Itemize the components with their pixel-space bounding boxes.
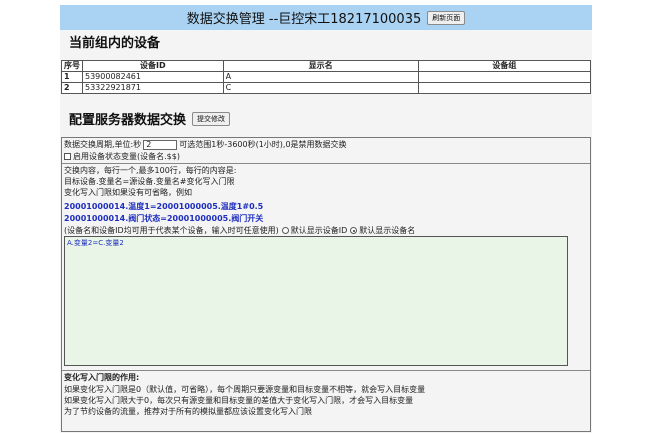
status-variable-checkbox[interactable] bbox=[64, 153, 71, 160]
divider bbox=[62, 163, 590, 164]
row-display-name: A bbox=[222, 71, 419, 83]
config-heading: 配置服务器数据交换 bbox=[69, 113, 187, 128]
row-device-group bbox=[417, 71, 592, 83]
table-row: 2 53322921871 C bbox=[61, 82, 592, 94]
threshold-line-1: 如果变化写入门限是0（默认值，可省略），每个周期只要源变量和目标变量不相等，就会… bbox=[64, 385, 426, 394]
table-header-row: 序号 设备ID 显示名 设备组 bbox=[61, 60, 592, 72]
content-line-2: 目标设备.变量名=源设备.变量名#变化写入门限 bbox=[64, 177, 235, 186]
config-heading-row: 配置服务器数据交换 提交修改 bbox=[69, 109, 231, 128]
period-label: 数据交换周期,单位:秒 bbox=[64, 140, 142, 149]
row-device-id: 53322921871 bbox=[82, 82, 224, 94]
example-line-1: 20001000014.温度1=20001000005.温度1#0.5 bbox=[64, 202, 264, 211]
row-device-group bbox=[417, 82, 592, 94]
example-line-2: 20001000014.阀门状态=20001000005.阀门开关 bbox=[64, 214, 264, 223]
period-row: 数据交换周期,单位:秒 2 可选范围1秒-3600秒(1小时),0是禁用数据交换 bbox=[64, 139, 347, 150]
column-header-index: 序号 bbox=[61, 60, 83, 72]
note-row: (设备名和设备ID均可用于代表某个设备，输入时可任意使用) 默认显示设备ID 默认显… bbox=[64, 225, 415, 236]
devices-table: 序号 设备ID 显示名 设备组 1 53900082461 A 2 533229… bbox=[61, 60, 592, 94]
row-display-name: C bbox=[222, 82, 419, 94]
threshold-line-3: 为了节约设备的流量，推荐对于所有的模拟量都应该设置变化写入门限 bbox=[64, 407, 312, 416]
content-line-3: 变化写入门限如果没有可省略，例如 bbox=[64, 188, 192, 197]
period-input[interactable]: 2 bbox=[143, 139, 178, 150]
exchange-content-textarea[interactable]: A.变量2=C.变量2 bbox=[64, 236, 568, 366]
column-header-device-group: 设备组 bbox=[417, 60, 592, 72]
content-line-1: 交换内容，每行一个,最多100行，每行的内容是: bbox=[64, 166, 237, 175]
row-index: 1 bbox=[61, 71, 83, 83]
table-row: 1 53900082461 A bbox=[61, 71, 592, 83]
column-header-display-name: 显示名 bbox=[222, 60, 419, 72]
threshold-line-2: 如果变化写入门限大于0，每次只有源变量和目标变量的差值大于变化写入门限，才会写入… bbox=[64, 396, 414, 405]
row-index: 2 bbox=[61, 82, 83, 94]
submit-changes-button[interactable]: 提交修改 bbox=[192, 111, 231, 126]
devices-heading: 当前组内的设备 bbox=[69, 36, 161, 51]
page-header: 数据交换管理 --巨控宋工18217100035 刷新页面 bbox=[60, 5, 592, 30]
refresh-page-button[interactable]: 刷新页面 bbox=[427, 10, 466, 25]
status-checkbox-label: 启用设备状态变量(设备名.$$) bbox=[73, 152, 180, 161]
page-title: 数据交换管理 --巨控宋工18217100035 bbox=[186, 12, 422, 27]
column-header-device-id: 设备ID bbox=[82, 60, 224, 72]
note-text: (设备名和设备ID均可用于代表某个设备，输入时可任意使用) bbox=[64, 226, 279, 235]
radio-id-label: 默认显示设备ID bbox=[290, 226, 348, 235]
threshold-title: 变化写入门限的作用: bbox=[64, 373, 140, 382]
divider bbox=[62, 370, 590, 371]
radio-name-label: 默认显示设备名 bbox=[359, 226, 416, 235]
page-container: 数据交换管理 --巨控宋工18217100035 刷新页面 当前组内的设备 序号… bbox=[60, 5, 592, 433]
radio-show-device-name[interactable] bbox=[350, 227, 358, 234]
radio-show-device-id[interactable] bbox=[281, 227, 289, 234]
row-device-id: 53900082461 bbox=[82, 71, 224, 83]
status-checkbox-row: 启用设备状态变量(设备名.$$) bbox=[64, 151, 180, 162]
config-panel: 数据交换周期,单位:秒 2 可选范围1秒-3600秒(1小时),0是禁用数据交换 启… bbox=[61, 137, 591, 432]
period-hint: 可选范围1秒-3600秒(1小时),0是禁用数据交换 bbox=[179, 140, 347, 149]
